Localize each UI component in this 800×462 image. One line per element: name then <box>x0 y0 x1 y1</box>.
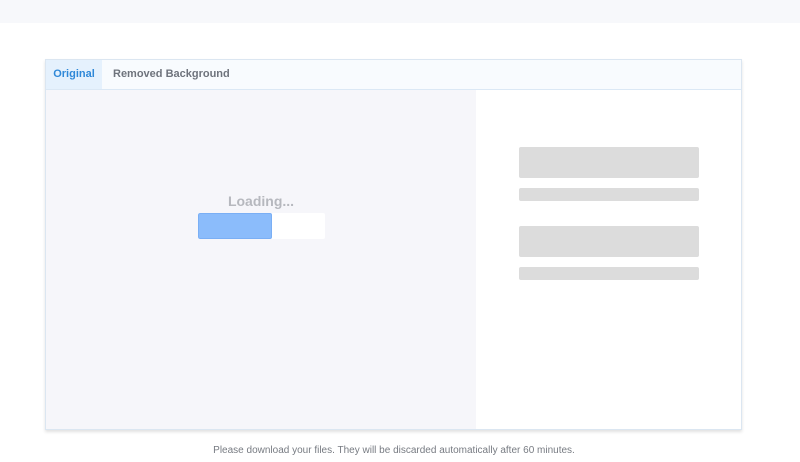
skeleton-button <box>519 147 699 178</box>
progress-bar-fill <box>198 213 272 239</box>
download-options-placeholder <box>476 90 741 429</box>
result-card: Original Removed Background Loading... <box>45 59 742 430</box>
tab-original[interactable]: Original <box>46 60 102 89</box>
skeleton-button <box>519 226 699 257</box>
tab-bar: Original Removed Background <box>46 60 741 90</box>
tab-removed-background[interactable]: Removed Background <box>102 60 230 89</box>
top-band <box>0 0 800 23</box>
skeleton-line <box>519 267 699 280</box>
progress-bar <box>198 213 325 239</box>
discard-notice: Please download your files. They will be… <box>213 445 575 456</box>
image-preview-area: Loading... <box>46 90 476 429</box>
skeleton-line <box>519 188 699 201</box>
loading-text: Loading... <box>227 193 295 209</box>
